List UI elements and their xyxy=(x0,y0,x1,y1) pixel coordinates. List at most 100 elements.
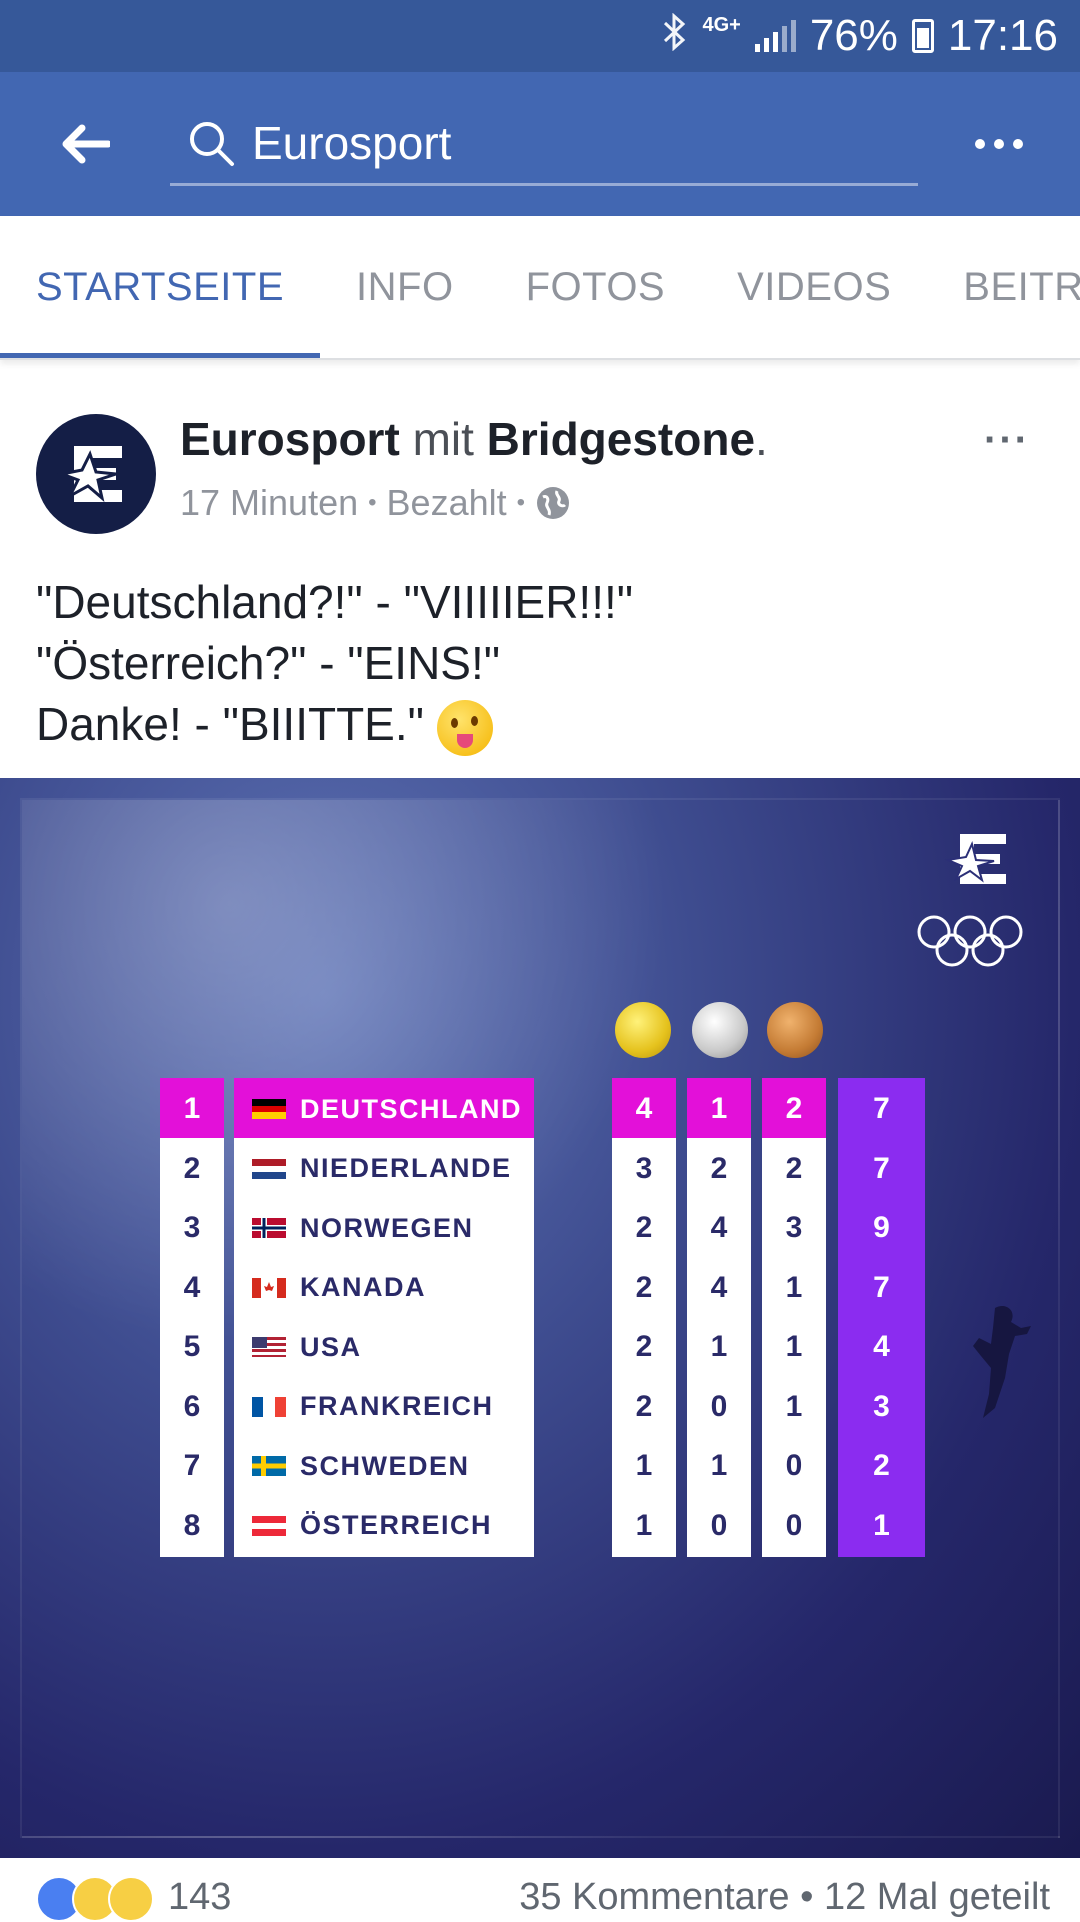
tab-beitraege[interactable]: BEITRÄGE xyxy=(927,216,1080,358)
wow-reaction-icon xyxy=(108,1876,154,1922)
rank-cell: 1 xyxy=(160,1078,224,1140)
rank-cell: 7 xyxy=(160,1435,224,1497)
silver-count-cell: 4 xyxy=(687,1197,751,1259)
silver-count-cell: 0 xyxy=(687,1375,751,1438)
post-time[interactable]: 17 Minuten xyxy=(180,482,358,524)
post-more-button[interactable]: ··· xyxy=(984,418,1030,463)
gold-count-cell: 2 xyxy=(612,1316,676,1378)
country-name: ÖSTERREICH xyxy=(300,1510,493,1540)
bronze-medal-icon xyxy=(767,1002,823,1058)
tab-info[interactable]: INFO xyxy=(320,216,490,358)
bronze-count-cell: 3 xyxy=(762,1197,826,1259)
medal-table-row: 4 KANADA 2 4 1 7 xyxy=(160,1256,925,1319)
gold-count-cell: 2 xyxy=(612,1197,676,1259)
battery-icon xyxy=(911,19,934,53)
bronze-count-cell: 1 xyxy=(762,1256,826,1319)
more-options-button[interactable] xyxy=(918,138,1080,150)
total-count-cell: 9 xyxy=(838,1197,925,1259)
avatar[interactable] xyxy=(36,414,156,534)
flag-se-icon xyxy=(252,1456,286,1476)
clock: 17:16 xyxy=(947,11,1058,60)
post-line: "Deutschland?!" - "VIIIIIER!!!" xyxy=(36,576,634,628)
gold-count-cell: 1 xyxy=(612,1435,676,1497)
rank-cell: 8 xyxy=(160,1494,224,1557)
total-count-cell: 7 xyxy=(838,1256,925,1319)
medal-table-row: 7 SCHWEDEN 1 1 0 2 xyxy=(160,1435,925,1497)
silver-medal-icon xyxy=(692,1002,748,1058)
olympic-rings-icon xyxy=(917,915,1023,967)
back-button[interactable] xyxy=(0,72,170,216)
country-name: NIEDERLANDE xyxy=(300,1153,512,1183)
tab-videos[interactable]: VIDEOS xyxy=(701,216,927,358)
flag-ca-icon xyxy=(252,1277,286,1298)
post-author[interactable]: Eurosport xyxy=(180,413,400,465)
medal-table-row: 3 NORWEGEN 2 4 3 9 xyxy=(160,1197,925,1259)
bronze-count-cell: 1 xyxy=(762,1375,826,1438)
bronze-count-cell: 0 xyxy=(762,1435,826,1497)
post-meta: 17 Minuten • Bezahlt • xyxy=(180,482,571,524)
medal-table-row: 5 USA 2 1 1 4 xyxy=(160,1316,925,1378)
rank-cell: 2 xyxy=(160,1137,224,1200)
flag-de-icon xyxy=(252,1099,286,1119)
eurosport-logo-icon xyxy=(56,446,122,503)
silver-count-cell: 0 xyxy=(687,1494,751,1557)
sponsored-label: Bezahlt xyxy=(386,482,507,523)
post-line-last: Danke! - "BIIITTE." xyxy=(36,694,1046,756)
reaction-icons[interactable] xyxy=(36,1876,154,1922)
country-name: DEUTSCHLAND xyxy=(300,1093,522,1124)
post-message: "Deutschland?!" - "VIIIIIER!!!" "Österre… xyxy=(36,572,1046,756)
silver-count-cell: 1 xyxy=(687,1435,751,1497)
total-count-cell: 2 xyxy=(838,1435,925,1497)
total-count-cell: 3 xyxy=(838,1375,925,1438)
country-name: KANADA xyxy=(300,1272,426,1302)
bronze-count-cell: 2 xyxy=(762,1078,826,1140)
gold-count-cell: 2 xyxy=(612,1256,676,1319)
network-type: 4G+ xyxy=(702,14,741,36)
rank-cell: 5 xyxy=(160,1316,224,1378)
medal-table-image[interactable]: 1 DEUTSCHLAND 4 1 2 7 2 NIEDERLANDE 3 2 2 7 3 NORWEGE… xyxy=(0,778,1080,1858)
medal-table-row: 6 FRANKREICH 2 0 1 3 xyxy=(160,1375,925,1438)
rank-cell: 3 xyxy=(160,1197,224,1259)
signal-icon xyxy=(754,20,796,52)
post-header: Eurosport mit Bridgestone. 17 Minuten • … xyxy=(0,378,1080,558)
medal-table-row: 2 NIEDERLANDE 3 2 2 7 xyxy=(160,1137,925,1200)
post-partner[interactable]: Bridgestone xyxy=(487,413,755,465)
reactions-bar: 143 35 Kommentare • 12 Mal geteilt xyxy=(0,1876,1080,1922)
country-cell: DEUTSCHLAND xyxy=(234,1078,534,1140)
country-cell: NORWEGEN xyxy=(234,1197,534,1259)
flag-nl-icon xyxy=(252,1158,286,1179)
rank-cell: 4 xyxy=(160,1256,224,1319)
country-name: SCHWEDEN xyxy=(300,1450,470,1481)
globe-icon xyxy=(537,487,570,519)
post-line: Danke! - "BIIITTE." xyxy=(36,698,424,750)
country-name: USA xyxy=(300,1331,362,1362)
post-author-line: Eurosport mit Bridgestone. xyxy=(180,412,768,466)
search-field[interactable]: Eurosport xyxy=(170,102,918,186)
tab-fotos[interactable]: FOTOS xyxy=(490,216,702,358)
medal-table-row: 8 ÖSTERREICH 1 0 0 1 xyxy=(160,1494,925,1557)
snowboarder-silhouette xyxy=(973,1305,1031,1418)
total-count-cell: 7 xyxy=(838,1137,925,1200)
battery-percent: 76% xyxy=(809,11,898,60)
country-cell: ÖSTERREICH xyxy=(234,1494,534,1557)
tab-startseite[interactable]: STARTSEITE xyxy=(0,216,321,358)
rank-cell: 6 xyxy=(160,1375,224,1438)
bronze-count-cell: 2 xyxy=(762,1137,826,1200)
flag-us-icon xyxy=(252,1337,286,1357)
country-cell: NIEDERLANDE xyxy=(234,1137,534,1200)
post-line: "Österreich?" - "EINS!" xyxy=(36,637,501,689)
reaction-count[interactable]: 143 xyxy=(168,1876,231,1919)
flag-no-icon xyxy=(252,1218,286,1238)
arrow-left-icon xyxy=(62,124,110,164)
country-cell: FRANKREICH xyxy=(234,1375,534,1438)
meta-separator: • xyxy=(516,489,526,516)
flag-fr-icon xyxy=(252,1396,286,1417)
winking-face-with-tongue-emoji-icon xyxy=(436,699,493,756)
comments-shares-summary[interactable]: 35 Kommentare • 12 Mal geteilt xyxy=(519,1876,1050,1919)
app-bar: Eurosport xyxy=(0,72,1080,216)
country-name: FRANKREICH xyxy=(300,1391,494,1421)
page-tabs: STARTSEITE INFO FOTOS VIDEOS BEITRÄGE xyxy=(0,216,1080,360)
gold-count-cell: 4 xyxy=(612,1078,676,1140)
silver-count-cell: 2 xyxy=(687,1137,751,1200)
more-horizontal-icon xyxy=(975,139,1023,149)
